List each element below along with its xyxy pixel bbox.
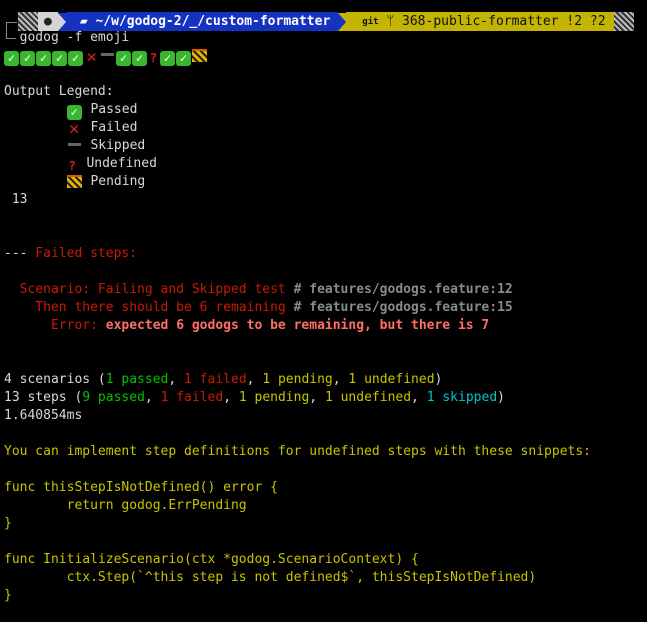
check-mark-icon: ✓ — [66, 105, 82, 120]
prompt-stipple-right — [613, 12, 634, 31]
check-mark-icon: ✓ — [4, 51, 19, 66]
question-mark-icon: ? — [149, 51, 158, 65]
legend-item-pending: Pending — [4, 173, 591, 191]
failed-scenario: Scenario: Failing and Skipped test # fea… — [4, 282, 513, 297]
progress-row: ✓ ✓ ✓ ✓ ✓ ✕ ✓ ✓? ✓ ✓ — [4, 47, 591, 67]
steps-summary: 13 steps (9 passed, 1 failed, 1 pending,… — [4, 390, 505, 405]
duration: 1.640854ms — [4, 408, 83, 423]
snippets-intro: You can implement step definitions for u… — [4, 444, 591, 459]
legend: ✓ Passed ✕ Failed Skipped ? Undefined Pe… — [4, 101, 591, 191]
terminal-output: godog -f emoji ✓ ✓ ✓ ✓ ✓ ✕ ✓ ✓? ✓ ✓ Output Legend… — [4, 29, 591, 605]
code-line: func thisStepIsNotDefined() error { — [4, 480, 278, 495]
dash-icon — [100, 47, 115, 62]
legend-label: Passed — [90, 102, 138, 117]
failed-error: Error: expected 6 godogs to be remaining… — [4, 318, 490, 333]
git-branch-icon: ᛘ — [378, 14, 403, 29]
check-mark-icon: ✓ — [132, 51, 147, 66]
code-line: ctx.Step(`^this step is not defined$`, t… — [4, 570, 537, 585]
construction-icon — [192, 49, 207, 62]
legend-item-skipped: Skipped — [4, 137, 591, 155]
legend-item-failed: ✕ Failed — [4, 119, 591, 139]
legend-title: Output Legend: — [4, 84, 114, 99]
folder-icon: ▰ — [79, 14, 96, 29]
scenarios-summary: 4 scenarios (1 passed, 1 failed, 1 pendi… — [4, 372, 443, 387]
check-mark-icon: ✓ — [116, 51, 131, 66]
code-line: } — [4, 588, 12, 603]
legend-label: Undefined — [86, 156, 157, 171]
failed-step: Then there should be 6 remaining # featu… — [4, 300, 513, 315]
code-line: } — [4, 516, 12, 531]
construction-icon — [66, 175, 82, 188]
cross-mark-icon: ✕ — [69, 119, 80, 139]
check-mark-icon: ✓ — [160, 51, 175, 66]
snippets-code: func thisStepIsNotDefined() error { retu… — [4, 479, 591, 605]
dash-icon — [67, 137, 82, 152]
command-line: godog -f emoji — [19, 30, 130, 45]
cross-mark-icon: ✕ — [86, 47, 97, 67]
legend-item-undefined: ? Undefined — [4, 155, 591, 173]
code-line: return godog.ErrPending — [4, 498, 247, 513]
legend-label: Failed — [90, 120, 138, 135]
question-mark-icon: ? — [68, 159, 76, 173]
git-label: git — [362, 16, 379, 27]
check-mark-icon: ✓ — [68, 51, 83, 66]
legend-label: Pending — [90, 174, 146, 189]
check-mark-icon: ✓ — [20, 51, 35, 66]
code-line: func InitializeScenario(ctx *godog.Scena… — [4, 552, 419, 567]
check-mark-icon: ✓ — [36, 51, 51, 66]
step-count: 13 — [4, 192, 28, 207]
legend-label: Skipped — [90, 138, 146, 153]
legend-item-passed: ✓ Passed — [4, 101, 591, 120]
failed-steps-header: --- Failed steps: — [4, 246, 138, 261]
check-mark-icon: ✓ — [176, 51, 191, 66]
check-mark-icon: ✓ — [52, 51, 67, 66]
branch-name: 368-public-formatter !2 ?2 — [402, 14, 606, 29]
